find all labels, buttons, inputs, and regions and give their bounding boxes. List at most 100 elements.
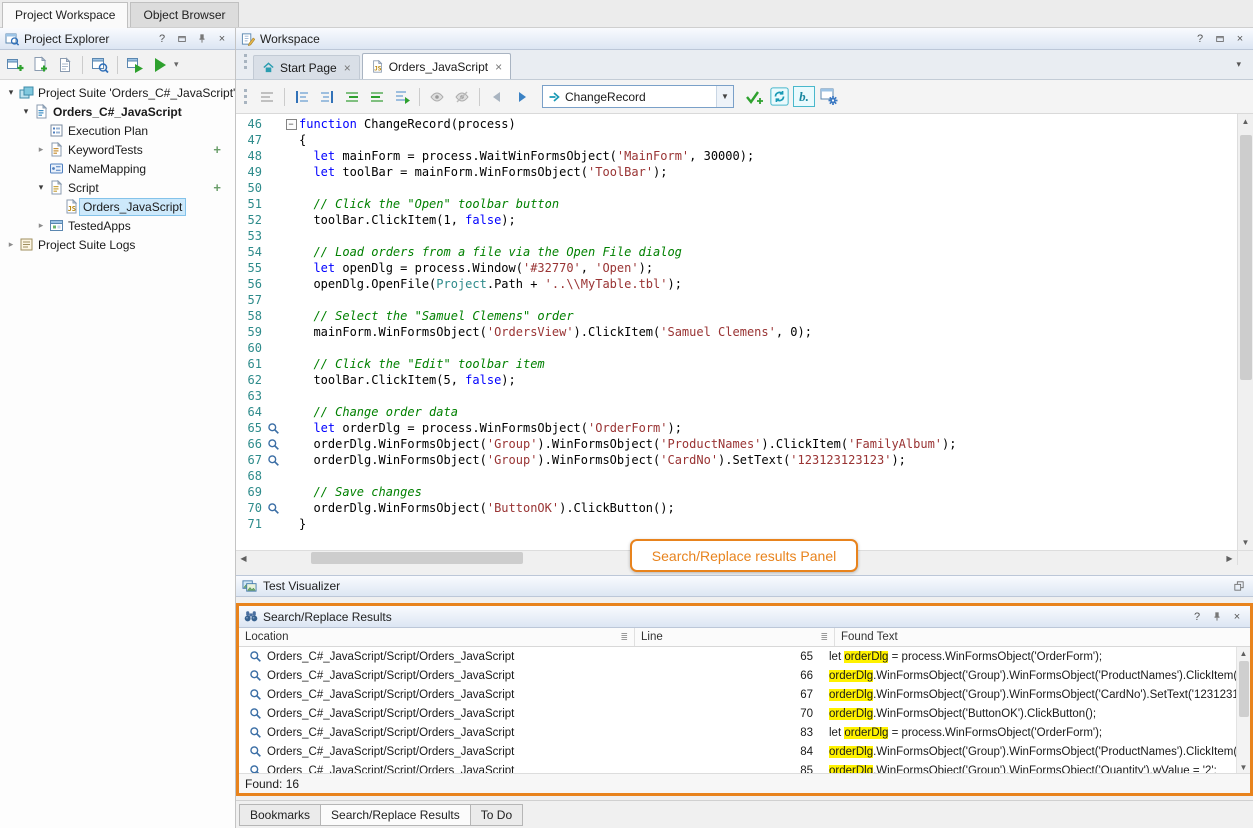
result-row[interactable]: Orders_C#_JavaScript/Script/Orders_JavaS… [239, 723, 1250, 742]
close-tab-icon[interactable]: × [344, 61, 351, 75]
result-row[interactable]: Orders_C#_JavaScript/Script/Orders_JavaS… [239, 742, 1250, 761]
collapse-expander-icon[interactable]: ▾ [19, 106, 33, 117]
code-line-46[interactable]: 46−function ChangeRecord(process) [236, 116, 1237, 132]
add-new-item-icon[interactable] [4, 54, 26, 76]
code-line-66[interactable]: 66 orderDlg.WinFormsObject('Group').WinF… [236, 436, 1237, 452]
code-line-69[interactable]: 69 // Save changes [236, 484, 1237, 500]
help-icon[interactable]: ? [154, 31, 170, 46]
code-line-62[interactable]: 62 toolBar.ClickItem(5, false); [236, 372, 1237, 388]
scroll-up-icon[interactable]: ▲ [1238, 114, 1253, 129]
toolbar-grip[interactable] [244, 89, 247, 104]
pin-icon[interactable] [194, 31, 210, 46]
navigate-forward-icon[interactable] [511, 86, 533, 108]
help-icon[interactable]: ? [1189, 609, 1205, 624]
code-line-49[interactable]: 49 let toolBar = mainForm.WinFormsObject… [236, 164, 1237, 180]
expand-expander-icon[interactable]: ▸ [34, 220, 48, 231]
code-line-68[interactable]: 68 [236, 468, 1237, 484]
tab-to-do[interactable]: To Do [470, 804, 523, 826]
result-row[interactable]: Orders_C#_JavaScript/Script/Orders_JavaS… [239, 647, 1250, 666]
code-line-60[interactable]: 60 [236, 340, 1237, 356]
fold-collapse-icon[interactable]: − [283, 116, 299, 132]
code-line-59[interactable]: 59 mainForm.WinFormsObject('OrdersView')… [236, 324, 1237, 340]
new-page-icon[interactable] [54, 54, 76, 76]
tab-search-replace-results[interactable]: Search/Replace Results [320, 804, 471, 826]
results-vertical-scrollbar[interactable]: ▲▼ [1236, 647, 1250, 773]
column-header-found-text[interactable]: Found Text [835, 628, 1250, 646]
code-line-70[interactable]: 70 orderDlg.WinFormsObject('ButtonOK').C… [236, 500, 1237, 516]
object-browser-icon[interactable] [89, 54, 111, 76]
tree-item-project-suite-logs[interactable]: ▸Project Suite Logs [0, 235, 235, 254]
code-area[interactable]: 46−function ChangeRecord(process)47{48 l… [236, 114, 1237, 550]
tab-start-page[interactable]: Start Page × [253, 55, 360, 79]
pin-icon[interactable] [1209, 609, 1225, 624]
float-icon[interactable] [174, 31, 190, 46]
result-row[interactable]: Orders_C#_JavaScript/Script/Orders_JavaS… [239, 761, 1250, 773]
test-visualizer-bar[interactable]: Test Visualizer [236, 575, 1253, 597]
outdent-lines-icon[interactable] [366, 86, 388, 108]
tab-object-browser[interactable]: Object Browser [130, 2, 238, 27]
indent-lines-icon[interactable] [341, 86, 363, 108]
tree-item-testedapps[interactable]: ▸TestedApps [0, 216, 235, 235]
code-line-57[interactable]: 57 [236, 292, 1237, 308]
editor-vertical-scrollbar[interactable]: ▲ ▼ [1237, 114, 1253, 550]
chevron-down-icon[interactable]: ▼ [716, 86, 733, 107]
code-line-65[interactable]: 65 let orderDlg = process.WinFormsObject… [236, 420, 1237, 436]
format-code-icon[interactable] [391, 86, 413, 108]
expand-expander-icon[interactable]: ▸ [4, 239, 18, 250]
visualizer-marker-icon[interactable] [264, 436, 283, 452]
code-line-71[interactable]: 71} [236, 516, 1237, 532]
scroll-up-icon[interactable]: ▲ [1237, 647, 1250, 659]
visualizer-marker-icon[interactable] [264, 452, 283, 468]
code-line-64[interactable]: 64 // Change order data [236, 404, 1237, 420]
result-row[interactable]: Orders_C#_JavaScript/Script/Orders_JavaS… [239, 666, 1250, 685]
tab-orders-javascript[interactable]: JS Orders_JavaScript × [362, 53, 511, 79]
tree-item-orders-c-javascript[interactable]: ▾Orders_C#_JavaScript [0, 102, 235, 121]
add-check-icon[interactable] [743, 86, 765, 108]
tree-item-keywordtests[interactable]: ▸KeywordTests+ [0, 140, 235, 159]
scroll-down-icon[interactable]: ▼ [1238, 535, 1253, 550]
visualizer-marker-icon[interactable] [264, 500, 283, 516]
code-line-56[interactable]: 56 openDlg.OpenFile(Project.Path + '..\\… [236, 276, 1237, 292]
code-line-67[interactable]: 67 orderDlg.WinFormsObject('Group').WinF… [236, 452, 1237, 468]
result-row[interactable]: Orders_C#_JavaScript/Script/Orders_JavaS… [239, 704, 1250, 723]
code-line-61[interactable]: 61 // Click the "Edit" toolbar item [236, 356, 1237, 372]
scroll-right-icon[interactable]: ▶ [1222, 551, 1237, 565]
tab-list-dropdown-icon[interactable]: ▾ [1236, 59, 1249, 70]
code-line-55[interactable]: 55 let openDlg = process.Window('#32770'… [236, 260, 1237, 276]
tree-item-execution-plan[interactable]: Execution Plan [0, 121, 235, 140]
scroll-down-icon[interactable]: ▼ [1237, 761, 1250, 773]
column-header-line[interactable]: Line≣ [635, 628, 835, 646]
tree-item-namemapping[interactable]: NameMapping [0, 159, 235, 178]
add-existing-item-icon[interactable] [29, 54, 51, 76]
tab-project-workspace[interactable]: Project Workspace [2, 2, 128, 28]
align-left-icon[interactable] [291, 86, 313, 108]
scrollbar-thumb[interactable] [311, 552, 523, 564]
run-test-icon[interactable] [124, 54, 146, 76]
settings-gear-icon[interactable] [818, 86, 840, 108]
align-right-icon[interactable] [316, 86, 338, 108]
code-line-58[interactable]: 58 // Select the "Samuel Clemens" order [236, 308, 1237, 324]
code-line-54[interactable]: 54 // Load orders from a file via the Op… [236, 244, 1237, 260]
float-panel-icon[interactable] [1231, 579, 1247, 594]
close-icon[interactable]: × [214, 31, 230, 46]
expand-expander-icon[interactable]: ▸ [34, 144, 48, 155]
close-icon[interactable]: × [1232, 31, 1248, 46]
disable-statements-icon[interactable] [426, 86, 448, 108]
tree-item-project-suite-orders-c-javascript-1[interactable]: ▾Project Suite 'Orders_C#_JavaScript' (1 [0, 83, 235, 102]
code-line-50[interactable]: 50 [236, 180, 1237, 196]
code-line-52[interactable]: 52 toolBar.ClickItem(1, false); [236, 212, 1237, 228]
column-header-location[interactable]: Location≣ [239, 628, 635, 646]
tree-item-orders-javascript[interactable]: JSOrders_JavaScript [0, 197, 235, 216]
visualizer-marker-icon[interactable] [264, 420, 283, 436]
close-tab-icon[interactable]: × [495, 60, 502, 74]
add-item-icon[interactable]: + [213, 180, 221, 195]
code-line-51[interactable]: 51 // Click the "Open" toolbar button [236, 196, 1237, 212]
code-line-53[interactable]: 53 [236, 228, 1237, 244]
toolbar-more-dropdown-icon[interactable]: ▾ [174, 59, 179, 70]
tree-item-script[interactable]: ▾Script+ [0, 178, 235, 197]
collapse-expander-icon[interactable]: ▾ [4, 87, 18, 98]
collapse-expander-icon[interactable]: ▾ [34, 182, 48, 193]
float-icon[interactable] [1212, 31, 1228, 46]
toolbar-grip[interactable] [244, 54, 247, 69]
help-icon[interactable]: ? [1192, 31, 1208, 46]
